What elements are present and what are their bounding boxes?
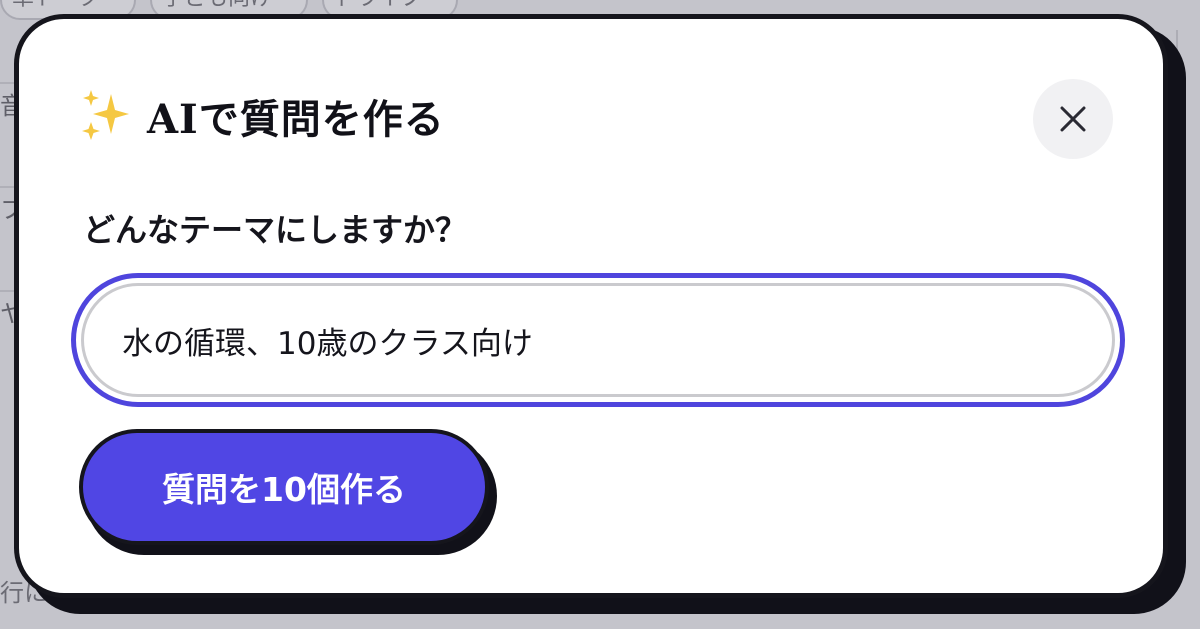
modal-header: AIで質問を作る [79, 87, 445, 145]
generate-questions-button[interactable]: 質問を10個作る [79, 429, 489, 545]
modal-title: AIで質問を作る [147, 96, 445, 143]
ai-question-modal: AIで質問を作る どんなテーマにしますか？ 質問を10個作る [14, 14, 1168, 598]
theme-input[interactable] [81, 283, 1115, 397]
sparkles-icon [82, 90, 129, 140]
close-button[interactable] [1033, 79, 1113, 159]
theme-input-focus-ring [71, 273, 1125, 407]
theme-prompt-label: どんなテーマにしますか？ [83, 211, 468, 249]
close-icon [1060, 106, 1086, 132]
